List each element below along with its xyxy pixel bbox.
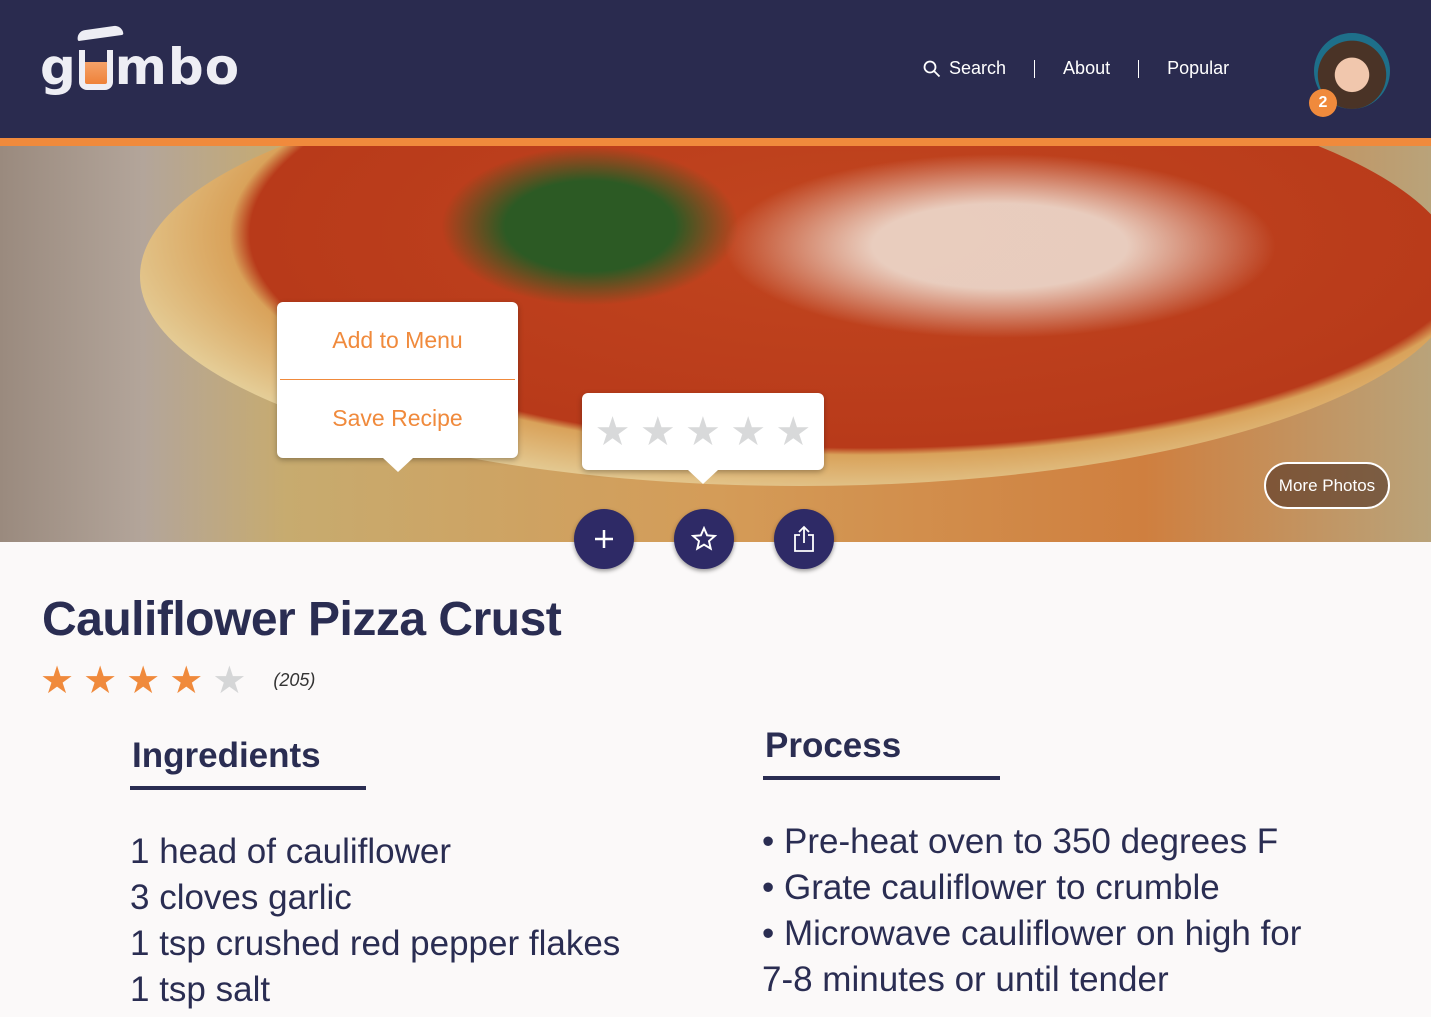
process-step: 7-8 minutes or until tender: [762, 960, 1169, 999]
rate-star-5[interactable]: ★: [775, 409, 811, 455]
main-nav: Search About Popular: [923, 58, 1229, 79]
star-filled-icon: ★: [169, 660, 204, 702]
review-count[interactable]: (205): [273, 670, 315, 691]
nav-popular[interactable]: Popular: [1167, 58, 1229, 79]
logo-text: mbo: [114, 38, 241, 96]
header: g mbo Search About Popular 2: [0, 0, 1431, 146]
plus-icon: [595, 530, 613, 548]
nav-about[interactable]: About: [1063, 58, 1110, 79]
star-filled-icon: ★: [83, 660, 118, 702]
star-filled-icon: ★: [40, 660, 75, 702]
notification-badge[interactable]: 2: [1309, 89, 1337, 117]
recipe-title: Cauliflower Pizza Crust: [42, 593, 562, 646]
divider: [1138, 59, 1140, 78]
ingredient-item: 1 head of cauliflower: [130, 832, 452, 871]
gumbo-logo[interactable]: g mbo: [40, 24, 241, 96]
more-photos-button[interactable]: More Photos: [1264, 462, 1390, 509]
nav-search[interactable]: Search: [923, 58, 1006, 79]
star-filled-icon: ★: [126, 660, 161, 702]
search-icon: [923, 60, 941, 77]
add-to-menu-button[interactable]: Add to Menu: [277, 302, 518, 379]
pot-icon: [76, 24, 124, 90]
rate-star-4[interactable]: ★: [730, 409, 766, 455]
ingredient-item: 1 tsp salt: [130, 970, 271, 1009]
nav-search-label: Search: [949, 58, 1007, 78]
process-heading: Process: [763, 726, 1000, 780]
process-step: • Microwave cauliflower on high for: [762, 914, 1302, 953]
ingredients-heading: Ingredients: [130, 736, 366, 790]
star-empty-icon: ★: [212, 660, 247, 702]
share-icon: [794, 525, 814, 552]
process-list: • Pre-heat oven to 350 degrees F • Grate…: [762, 819, 1301, 1003]
rating-popup: ★ ★ ★ ★ ★: [582, 393, 824, 484]
process-step: • Pre-heat oven to 350 degrees F: [762, 822, 1279, 861]
recipe-rating: ★ ★ ★ ★ ★ (205): [40, 658, 315, 703]
process-step: • Grate cauliflower to crumble: [762, 868, 1220, 907]
share-button[interactable]: [774, 509, 834, 569]
save-recipe-button[interactable]: Save Recipe: [277, 380, 518, 457]
star-outline-icon: [691, 526, 717, 551]
add-button[interactable]: [574, 509, 634, 569]
ingredient-item: 1 tsp crushed red pepper flakes: [130, 924, 621, 963]
divider: [1034, 59, 1036, 78]
favorite-button[interactable]: [674, 509, 734, 569]
ingredient-item: 3 cloves garlic: [130, 878, 352, 917]
logo-text: g: [40, 38, 77, 96]
menu-popup: Add to Menu Save Recipe: [277, 302, 518, 472]
ingredients-list: 1 head of cauliflower 3 cloves garlic 1 …: [130, 829, 620, 1013]
rate-star-2[interactable]: ★: [640, 409, 676, 455]
rate-star-3[interactable]: ★: [685, 409, 721, 455]
rate-star-1[interactable]: ★: [595, 409, 631, 455]
